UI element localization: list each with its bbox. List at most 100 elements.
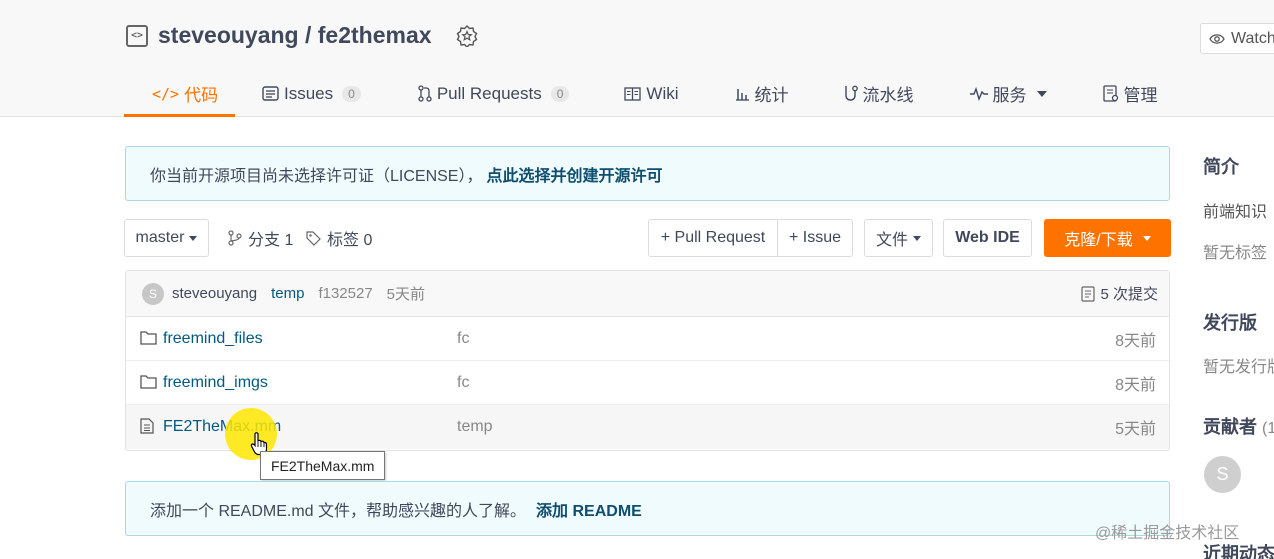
commit-author-link[interactable]: steveouyang: [172, 285, 257, 302]
file-menu-button[interactable]: 文件: [864, 219, 933, 257]
recommend-badge-icon[interactable]: [456, 24, 478, 47]
new-issue-button[interactable]: + Issue: [777, 219, 853, 257]
tab-label: Wiki: [646, 83, 679, 103]
file-commit-message[interactable]: temp: [457, 418, 493, 436]
watch-label: Watch: [1231, 29, 1274, 47]
tab-services[interactable]: 服务: [969, 70, 1047, 117]
commit-count-link[interactable]: 5 次提交: [1081, 283, 1158, 304]
contributors-heading[interactable]: 贡献者 (1: [1203, 413, 1274, 439]
branches-label: 分支 1: [248, 232, 294, 249]
file-name-link[interactable]: freemind_imgs: [163, 374, 268, 392]
create-license-link[interactable]: 点此选择并创建开源许可: [486, 162, 662, 186]
add-readme-link[interactable]: 添加 README: [536, 497, 642, 521]
tab-pipeline[interactable]: 流水线: [843, 70, 914, 117]
tab-label: Issues: [284, 83, 334, 103]
release-heading-label: 发行版: [1203, 313, 1257, 333]
file-row[interactable]: freemind_files fc 8天前: [126, 317, 1169, 361]
branch-select[interactable]: master: [124, 219, 209, 257]
watermark-text: @稀土掘金技术社区: [1095, 525, 1240, 542]
file-commit-message[interactable]: fc: [457, 330, 469, 348]
new-pull-request-label: + Pull Request: [660, 229, 766, 246]
folder-icon: [140, 375, 157, 389]
folder-icon: [140, 331, 157, 345]
tab-label: 统计: [754, 86, 789, 105]
tab-label: Pull Requests: [436, 83, 542, 103]
pull-request-icon: [418, 85, 432, 102]
tab-label: 服务: [992, 86, 1027, 105]
tags-label: 标签 0: [327, 232, 373, 249]
file-icon: [140, 418, 154, 434]
file-commit-time: 5天前: [1115, 421, 1156, 438]
release-empty-text: 暂无发行版: [1203, 359, 1274, 376]
tab-statistics[interactable]: 统计: [735, 70, 789, 117]
tag-icon: [306, 230, 321, 246]
bar-chart-icon: [735, 89, 749, 101]
branch-select-label: master: [135, 229, 185, 246]
branches-link[interactable]: 分支 1: [228, 219, 293, 257]
web-ide-button[interactable]: Web IDE: [943, 219, 1032, 257]
tab-label: 管理: [1123, 86, 1158, 105]
book-icon: [624, 86, 642, 101]
chevron-down-icon: [913, 235, 921, 241]
tags-link[interactable]: 标签 0: [306, 219, 372, 257]
file-name-link[interactable]: freemind_files: [163, 330, 263, 348]
tab-label: 代码: [184, 86, 219, 105]
file-commit-message[interactable]: fc: [457, 374, 469, 392]
release-heading[interactable]: 发行版: [1203, 309, 1257, 335]
clone-download-button[interactable]: 克隆/下载: [1044, 219, 1171, 257]
repo-title: <> steveouyang / fe2themax: [126, 22, 478, 49]
repo-tabs: </> 代码 Issues 0 Pull Requests 0 Wiki 统计 …: [124, 70, 1158, 117]
intro-text: 前端知识: [1203, 204, 1268, 221]
repo-code-icon: <>: [126, 24, 148, 47]
repo-header: <> steveouyang / fe2themax Watch </> 代码 …: [0, 0, 1274, 117]
code-icon: </>: [152, 84, 180, 103]
avatar[interactable]: S: [142, 282, 164, 305]
tab-issues[interactable]: Issues 0: [262, 70, 361, 117]
intro-heading: 简介: [1203, 157, 1239, 177]
tab-code[interactable]: </> 代码: [124, 70, 235, 117]
issues-icon: [262, 86, 279, 101]
tab-manage[interactable]: 管理: [1102, 70, 1158, 117]
repo-name-link[interactable]: steveouyang / fe2themax: [158, 22, 432, 49]
pull-requests-count-badge: 0: [550, 85, 570, 102]
file-name-tooltip: FE2TheMax.mm: [260, 451, 386, 480]
chevron-down-icon: [189, 235, 198, 241]
file-row[interactable]: freemind_imgs fc 8天前: [126, 361, 1169, 405]
chevron-down-icon: [1142, 235, 1151, 241]
license-notice-text: 你当前开源项目尚未选择许可证（LICENSE），: [150, 167, 483, 185]
new-issue-label: + Issue: [788, 229, 842, 246]
file-menu-label: 文件: [875, 232, 908, 249]
tags-empty-text: 暂无标签: [1203, 245, 1268, 262]
commit-time: 5天前: [386, 286, 426, 303]
commit-message-link[interactable]: temp: [271, 285, 304, 302]
eye-icon: [1209, 33, 1225, 44]
tab-wiki[interactable]: Wiki: [624, 70, 679, 117]
activity-icon: [969, 86, 988, 101]
commits-icon: [1081, 285, 1096, 302]
chevron-down-icon: [1036, 90, 1047, 97]
web-ide-label: Web IDE: [955, 229, 1020, 246]
file-row[interactable]: FE2TheMax.mm temp 5天前: [126, 405, 1169, 449]
contributors-heading-label: 贡献者: [1203, 417, 1257, 437]
latest-commit-bar: S steveouyang temp f132527 5天前 5 次提交: [126, 271, 1169, 317]
commit-count-label: 5 次提交: [1100, 286, 1158, 303]
repo-toolbar: master 分支 1 标签 0 + Pull Request + Issue …: [124, 219, 1171, 257]
pipeline-icon: [844, 85, 858, 101]
settings-doc-icon: [1102, 85, 1118, 102]
commit-sha-link[interactable]: f132527: [318, 285, 372, 302]
new-pull-request-button[interactable]: + Pull Request: [648, 219, 778, 257]
contributor-avatar[interactable]: S: [1204, 456, 1241, 493]
branch-icon: [228, 230, 242, 246]
license-notice: 你当前开源项目尚未选择许可证（LICENSE）， 点此选择并创建开源许可: [125, 146, 1170, 201]
watch-button[interactable]: Watch: [1200, 23, 1274, 54]
file-commit-time: 8天前: [1115, 332, 1156, 350]
file-commit-time: 8天前: [1115, 376, 1156, 394]
readme-notice-text: 添加一个 README.md 文件，帮助感兴趣的人了解。: [150, 502, 527, 520]
file-list: S steveouyang temp f132527 5天前 5 次提交 fre…: [125, 270, 1170, 451]
tab-label: 流水线: [862, 86, 914, 105]
issues-count-badge: 0: [342, 85, 361, 102]
contributors-count: (1: [1262, 420, 1274, 437]
tab-pull-requests[interactable]: Pull Requests 0: [418, 70, 570, 117]
readme-notice: 添加一个 README.md 文件，帮助感兴趣的人了解。 添加 README: [125, 481, 1170, 536]
clone-download-label: 克隆/下载: [1064, 232, 1133, 249]
